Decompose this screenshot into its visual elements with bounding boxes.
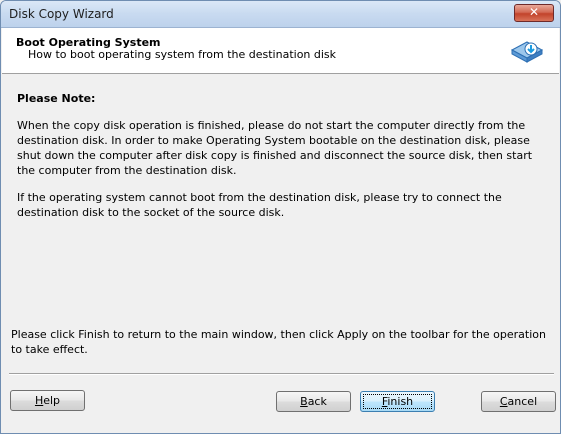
finish-instruction: Please click Finish to return to the mai… (11, 328, 546, 356)
close-icon: ✕ (528, 5, 540, 19)
back-mnemonic: B (300, 395, 308, 408)
note-title: Please Note: (17, 92, 96, 105)
button-separator (9, 373, 554, 375)
wizard-header: Boot Operating System How to boot operat… (2, 28, 559, 74)
help-mnemonic: H (34, 394, 44, 407)
back-button[interactable]: Back (276, 391, 351, 412)
cancel-button[interactable]: Cancel (481, 391, 556, 412)
back-label: ack (307, 395, 327, 408)
note-content: Please Note: When the copy disk operatio… (17, 92, 547, 232)
note-paragraph-2: If the operating system cannot boot from… (17, 191, 502, 219)
cancel-label: ancel (507, 395, 538, 408)
header-subtitle: How to boot operating system from the de… (28, 48, 337, 61)
cancel-mnemonic: C (499, 395, 508, 408)
title-bar: Disk Copy Wizard ✕ (1, 1, 560, 28)
window-title: Disk Copy Wizard (9, 7, 114, 21)
disk-boot-icon (510, 41, 544, 63)
close-button[interactable]: ✕ (514, 4, 554, 22)
note-paragraph-1: When the copy disk operation is finished… (17, 119, 533, 177)
finish-button[interactable]: Finish (360, 391, 435, 412)
help-button[interactable]: Help (10, 390, 85, 411)
help-label: elp (43, 394, 61, 407)
disk-copy-wizard-window: Disk Copy Wizard ✕ Boot Operating System… (0, 0, 561, 434)
finish-label: inish (387, 395, 414, 408)
